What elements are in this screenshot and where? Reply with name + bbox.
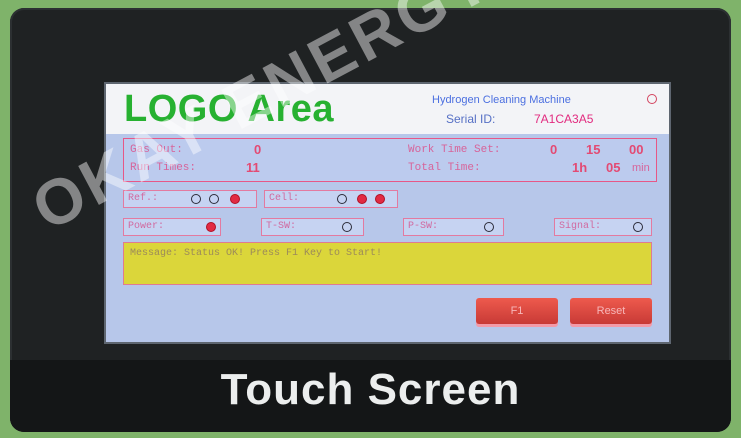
total-time-hours: 1h xyxy=(572,160,588,175)
ref-off-indicator-icon xyxy=(191,194,201,204)
t-sw-indicator-group: T-SW: xyxy=(261,218,364,236)
run-times-value: 11 xyxy=(246,160,260,175)
cell-on-indicator-icon xyxy=(357,194,367,204)
signal-indicator-group: Signal: xyxy=(554,218,652,236)
header-status-icon xyxy=(647,94,657,104)
status-message: Message: Status OK! Press F1 Key to Star… xyxy=(130,248,383,259)
message-box: Message: Status OK! Press F1 Key to Star… xyxy=(123,242,652,285)
touch-screen-caption: Touch Screen xyxy=(220,365,521,414)
total-time-label: Total Time: xyxy=(408,162,481,174)
p-sw-indicator-group: P-SW: xyxy=(403,218,504,236)
machine-name: Hydrogen Cleaning Machine xyxy=(432,94,571,106)
signal-label: Signal: xyxy=(559,221,602,232)
cell-off-indicator-icon xyxy=(337,194,347,204)
reset-button[interactable]: Reset xyxy=(570,298,652,324)
work-time-hours[interactable]: 0 xyxy=(550,142,557,157)
cell-on-indicator-icon xyxy=(375,194,385,204)
gas-out-value: 0 xyxy=(254,142,262,157)
ref-on-indicator-icon xyxy=(230,194,240,204)
ref-off-indicator-icon xyxy=(209,194,219,204)
power-on-indicator-icon xyxy=(206,222,216,232)
power-indicator-group: Power: xyxy=(123,218,221,236)
t-sw-off-indicator-icon xyxy=(342,222,352,232)
power-label: Power: xyxy=(128,221,165,232)
total-time-unit: min xyxy=(632,162,650,174)
p-sw-label: P-SW: xyxy=(408,221,439,232)
work-time-set-label: Work Time Set: xyxy=(408,144,501,156)
serial-id-label: Serial ID: xyxy=(446,112,496,126)
cell-label: Cell: xyxy=(269,193,300,204)
serial-id-value: 7A1CA3A5 xyxy=(534,112,594,126)
work-time-seconds[interactable]: 00 xyxy=(629,142,643,157)
cell-indicator-group: Cell: xyxy=(264,190,398,208)
t-sw-label: T-SW: xyxy=(266,221,297,232)
signal-off-indicator-icon xyxy=(633,222,643,232)
work-time-minutes[interactable]: 15 xyxy=(586,142,600,157)
f1-button[interactable]: F1 xyxy=(476,298,558,324)
total-time-minutes: 05 xyxy=(606,160,621,175)
p-sw-off-indicator-icon xyxy=(484,222,494,232)
